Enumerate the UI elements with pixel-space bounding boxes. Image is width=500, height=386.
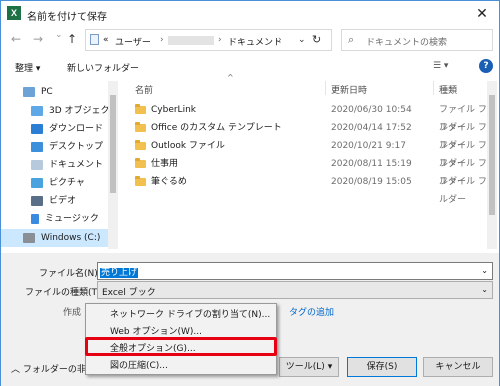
nav-item-pc[interactable]: PC [23,83,53,101]
dropdown-arrow-icon: ▾ [327,362,333,372]
document-icon [31,159,43,170]
back-arrow-icon[interactable]: ← [11,32,21,46]
close-button[interactable]: ✕ [471,4,493,24]
menu-item-map-network-drive[interactable]: ネットワーク ドライブの割り当て(N)... [110,307,270,323]
organize-button[interactable]: 整理 ▾ [15,61,40,74]
annotation-highlight-box [85,337,277,356]
hide-folders-button[interactable]: ︿ フォルダーの非表 [11,362,95,375]
breadcrumb-users[interactable]: ユーザー [115,35,151,48]
file-list-scrollbar[interactable] [487,81,497,249]
breadcrumb-separator: › [218,35,222,45]
nav-item-videos[interactable]: ビデオ [31,192,76,210]
excel-icon: X [7,6,21,20]
file-row[interactable]: 仕事用 2020/08/11 15:19 ファイル フォルダー [135,155,497,187]
filetype-value: Excel ブック [102,288,156,298]
add-tag-link[interactable]: タグの追加 [289,305,334,318]
chevron-down-icon[interactable]: ⌄ [481,266,488,275]
address-bar[interactable]: « ユーザー › › ドキュメント › ⌄ ↻ [85,29,332,51]
title-bar: X 名前を付けて保存 ✕ [1,1,499,27]
filetype-select[interactable]: Excel ブック ⌄ [97,281,493,299]
breadcrumb-overflow[interactable]: « [103,35,109,45]
drive-icon [23,232,35,243]
nav-item-3d-objects[interactable]: 3D オブジェクト [31,102,119,120]
column-separator [433,81,434,95]
folder-icon [135,104,146,114]
folder-icon [135,122,146,132]
dialog-title: 名前を付けて保存 [27,12,107,23]
folder-icon [135,176,146,186]
column-separator [325,81,326,95]
nav-item-downloads[interactable]: ダウンロード [31,120,103,138]
filename-value: 売り上げ [100,268,139,278]
search-icon: ⌕ [348,33,355,46]
file-row[interactable]: CyberLink 2020/06/30 10:54 ファイル フォルダー [135,101,497,133]
desktop-icon [31,141,43,152]
music-icon [31,213,39,224]
save-as-dialog: X 名前を付けて保存 ✕ ← → ⌄ ↑ « ユーザー › › ドキュメント ›… [0,0,500,386]
video-icon [31,195,43,206]
nav-item-pictures[interactable]: ピクチャ [31,174,85,192]
breadcrumb-documents[interactable]: ドキュメント [228,35,282,48]
nav-item-documents[interactable]: ドキュメント [31,156,103,174]
view-options-button[interactable]: ☰ ▾ [433,61,448,71]
new-folder-button[interactable]: 新しいフォルダー [67,61,139,74]
nav-item-desktop[interactable]: デスクトップ [31,138,103,156]
cube-icon [31,105,43,116]
sort-arrow-icon: ^ [227,73,234,82]
author-label: 作成 [63,308,82,318]
filename-label: ファイル名(N): [39,269,101,279]
file-list-scrollbar-thumb[interactable] [489,95,495,215]
download-icon [31,123,43,134]
menu-item-compress-pictures[interactable]: 図の圧縮(C)... [110,358,168,374]
address-dropdown-icon[interactable]: ⌄ [298,35,306,45]
folder-icon [135,140,146,150]
breadcrumb-separator: › [160,35,164,45]
chevron-down-icon: ⌄ [481,285,488,294]
search-placeholder: ドキュメントの検索 [366,38,448,48]
file-row[interactable]: Office のカスタム テンプレート 2020/04/14 17:52 ファイル … [135,119,497,151]
cancel-button[interactable]: キャンセル [423,357,493,377]
column-header-name[interactable]: 名前 [135,83,153,96]
file-row[interactable]: Outlook ファイル 2020/10/21 9:17 ファイル フォルダー [135,137,497,169]
save-button[interactable]: 保存(S) [347,357,417,377]
breadcrumb-redacted-user[interactable] [168,36,214,45]
breadcrumb-separator: › [278,35,282,45]
nav-item-windows-drive[interactable]: Windows (C:) [23,229,100,247]
up-arrow-icon[interactable]: ↑ [67,32,77,46]
document-folder-icon [90,34,99,45]
refresh-icon[interactable]: ↻ [312,33,321,46]
picture-icon [31,177,43,188]
folder-icon [135,158,146,168]
pc-icon [23,86,35,97]
tools-button[interactable]: ツール(L) ▾ [279,357,339,377]
filetype-label: ファイルの種類(T): [25,288,104,298]
help-icon[interactable]: ? [479,59,493,73]
chevron-down-icon[interactable]: ⌄ [55,30,63,40]
nav-scrollbar-thumb[interactable] [110,95,116,193]
filename-input[interactable]: 売り上げ ⌄ [97,262,493,280]
nav-item-music[interactable]: ミュージック [31,210,99,228]
column-header-type[interactable]: 種類 [439,83,457,96]
forward-arrow-icon[interactable]: → [33,32,43,46]
search-box[interactable]: ⌕ ドキュメントの検索 [341,29,493,51]
file-row[interactable]: 筆ぐるめ 2020/08/19 15:05 ファイル フォルダー [135,173,497,205]
column-header-date[interactable]: 更新日時 [331,83,367,96]
nav-scrollbar[interactable] [108,81,118,249]
chevron-up-icon: ︿ [11,365,21,375]
